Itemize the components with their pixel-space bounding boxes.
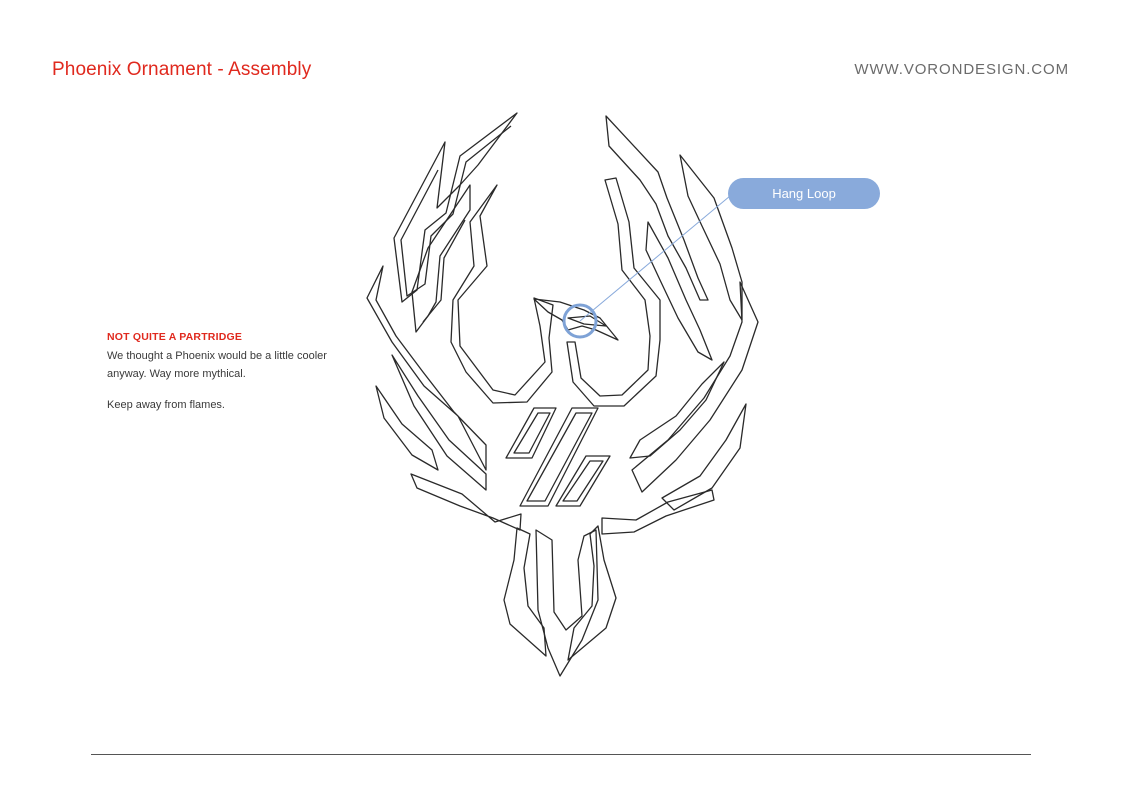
tail-feather-right xyxy=(567,525,617,661)
footer-divider xyxy=(91,754,1031,755)
body-slot-center-inner xyxy=(526,412,593,502)
right-wing-outer-feather-2 xyxy=(679,154,743,321)
right-wing-inner-feather xyxy=(566,177,661,407)
assembly-page: Phoenix Ornament - Assembly WWW.VORONDES… xyxy=(0,0,1121,793)
left-wing-outer-feather-inner xyxy=(400,125,512,297)
hang-loop-callout: Hang Loop xyxy=(728,178,880,209)
callout-leader-line xyxy=(579,195,731,322)
tail-feather-left xyxy=(503,527,547,657)
right-lower-wing xyxy=(631,281,759,493)
left-lower-wing xyxy=(366,265,487,471)
left-lower-wing-2 xyxy=(391,354,487,491)
left-wing-inner-feather xyxy=(450,184,554,404)
body-slot-right-inner xyxy=(562,460,604,502)
left-tail-sweep xyxy=(410,473,522,531)
right-lower-wing-2 xyxy=(661,403,747,511)
right-wing-middle-feather xyxy=(645,221,713,361)
phoenix-line-art xyxy=(366,112,759,677)
phoenix-illustration xyxy=(366,112,759,677)
right-lower-wing-3 xyxy=(629,361,725,459)
